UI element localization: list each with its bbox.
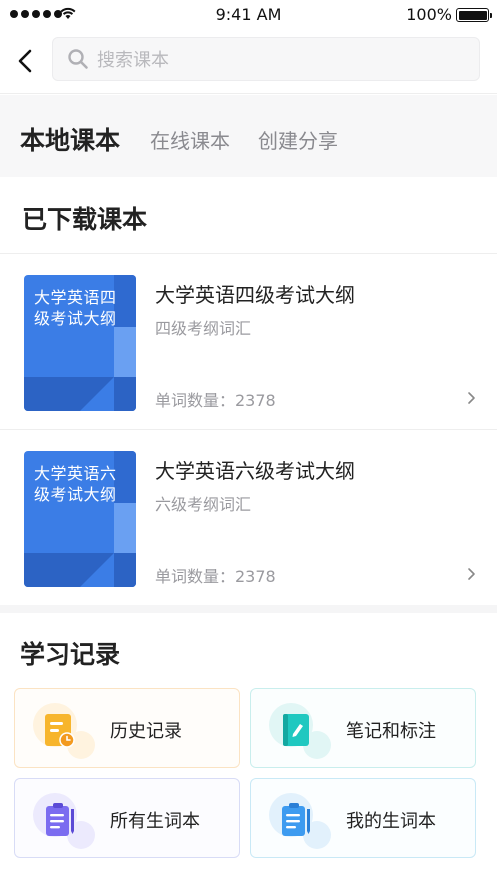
card-label: 笔记和标注 xyxy=(346,721,436,742)
book-title: 大学英语六级考试大纲 xyxy=(155,459,355,483)
book-cover-title: 大学英语四级考试大纲 xyxy=(34,288,117,328)
tab-create-share[interactable]: 创建分享 xyxy=(258,125,338,154)
tab-label: 创建分享 xyxy=(258,129,338,153)
book-cover-title: 大学英语六级考试大纲 xyxy=(34,464,117,504)
book-subtitle: 六级考纲词汇 xyxy=(155,495,252,514)
book-item[interactable]: 大学英语四级考试大纲 大学英语四级考试大纲 四级考纲词汇 单词数量：2378 xyxy=(0,254,497,429)
book-subtitle: 四级考纲词汇 xyxy=(155,319,252,338)
search-placeholder: 搜索课本 xyxy=(97,50,169,71)
book-title: 大学英语四级考试大纲 xyxy=(155,283,355,307)
notes-icon xyxy=(283,714,309,746)
history-icon xyxy=(45,714,75,748)
book-cover: 大学英语六级考试大纲 xyxy=(24,451,136,587)
all-vocab-icon xyxy=(46,803,74,836)
search-icon xyxy=(68,49,88,69)
search-input[interactable]: 搜索课本 xyxy=(52,37,480,81)
my-vocab-card[interactable]: 我的生词本 xyxy=(250,778,476,858)
downloaded-section-title: 已下载课本 xyxy=(22,205,148,234)
tab-local-books[interactable]: 本地课本 xyxy=(20,121,121,157)
card-label: 所有生词本 xyxy=(110,811,200,832)
all-vocab-card[interactable]: 所有生词本 xyxy=(14,778,240,858)
chevron-right-icon xyxy=(468,568,475,580)
tab-label: 本地课本 xyxy=(20,126,121,155)
book-item[interactable]: 大学英语六级考试大纲 大学英语六级考试大纲 六级考纲词汇 单词数量：2378 xyxy=(0,430,497,605)
history-records-card[interactable]: 历史记录 xyxy=(14,688,240,768)
book-word-count: 单词数量：2378 xyxy=(155,567,276,586)
chevron-left-icon xyxy=(18,49,32,73)
card-label: 历史记录 xyxy=(110,721,182,742)
book-word-count: 单词数量：2378 xyxy=(155,391,276,410)
study-records-title: 学习记录 xyxy=(20,640,121,669)
book-cover: 大学英语四级考试大纲 xyxy=(24,275,136,411)
battery-icon xyxy=(456,8,492,22)
battery-percent: 100% xyxy=(406,5,452,24)
status-bar: 9:41 AM 100% xyxy=(0,0,497,30)
tab-bar: 本地课本 在线课本 创建分享 xyxy=(0,95,497,177)
nav-bar: 搜索课本 xyxy=(0,30,497,94)
my-vocab-icon xyxy=(282,803,310,836)
tab-online-books[interactable]: 在线课本 xyxy=(150,125,230,154)
chevron-right-icon xyxy=(468,392,475,404)
section-divider xyxy=(0,605,497,613)
notes-annotations-card[interactable]: 笔记和标注 xyxy=(250,688,476,768)
tab-label: 在线课本 xyxy=(150,129,230,153)
back-button[interactable] xyxy=(8,44,42,78)
card-label: 我的生词本 xyxy=(346,811,436,832)
